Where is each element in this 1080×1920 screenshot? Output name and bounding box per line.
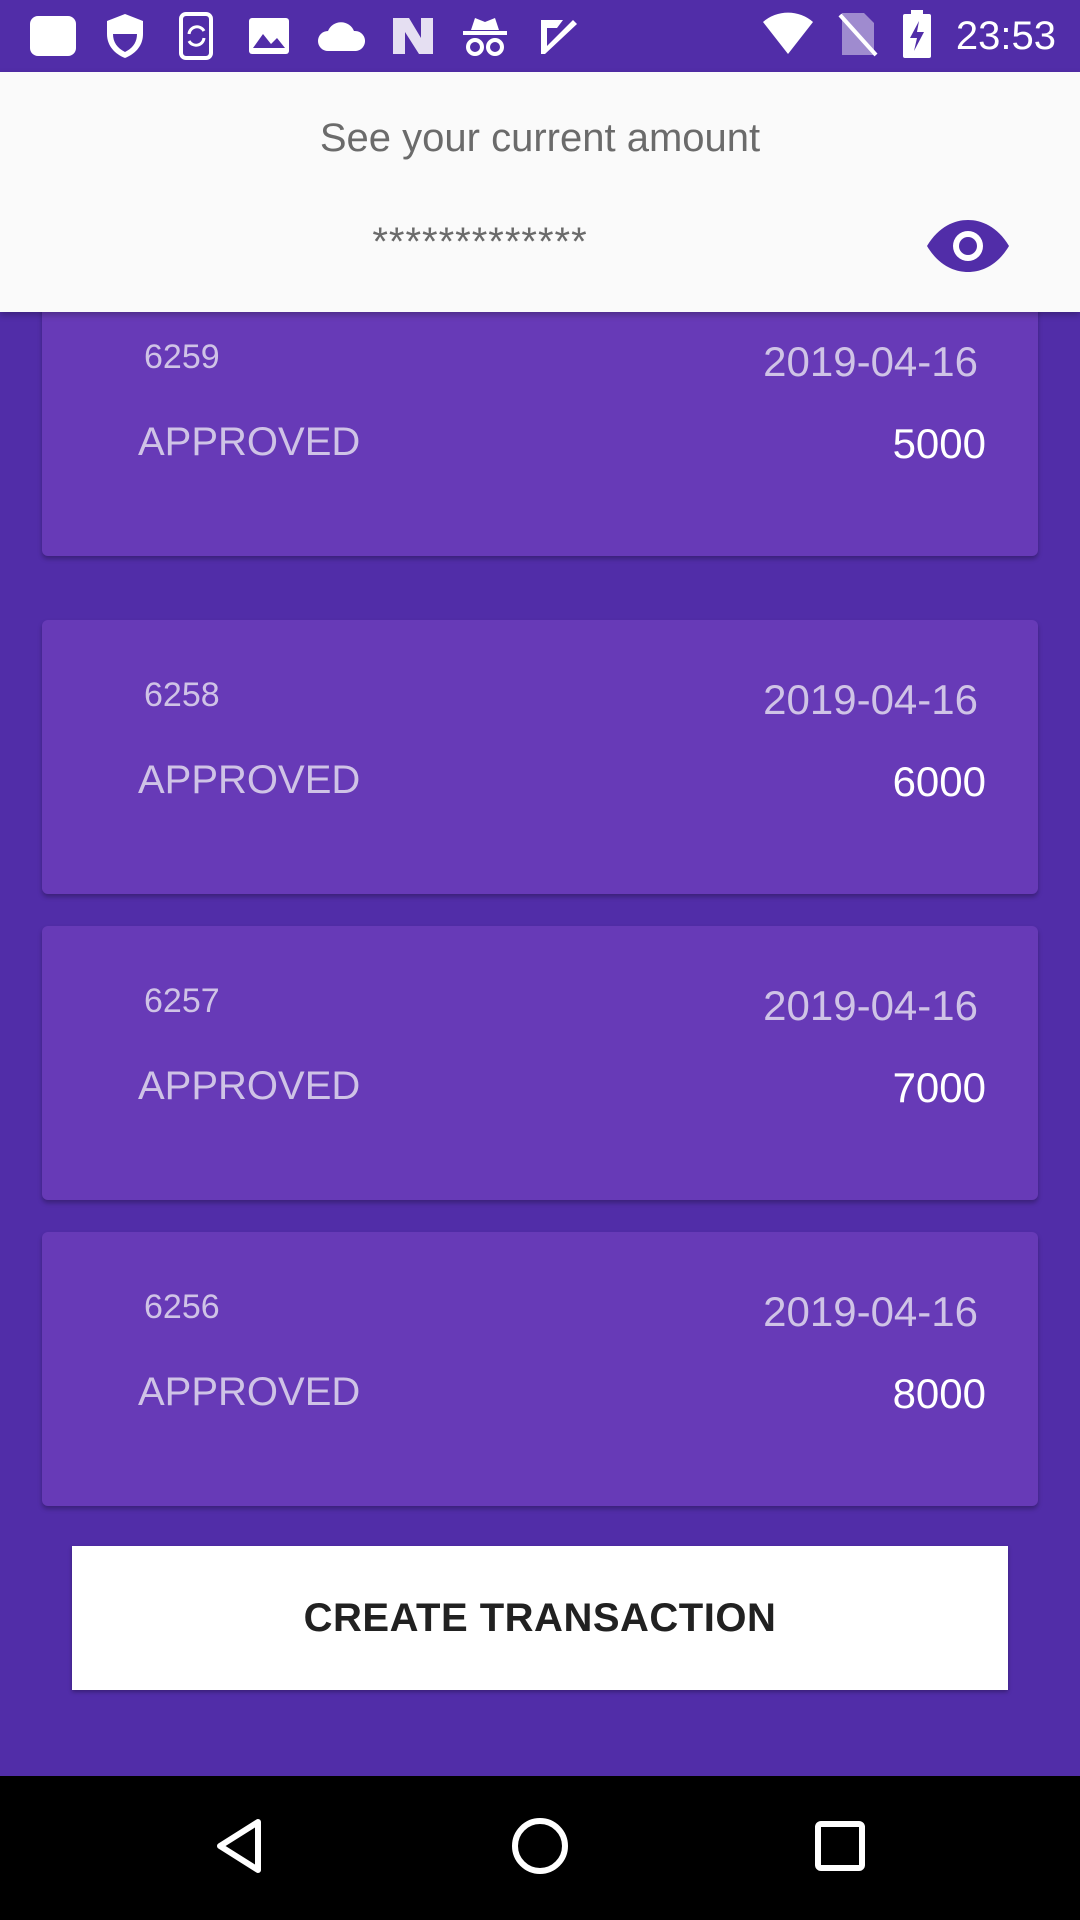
navigation-bar <box>0 1776 1080 1920</box>
transaction-list[interactable]: 6259 2019-04-16 APPROVED 5000 6258 2019-… <box>0 312 1080 1516</box>
eye-icon <box>925 218 1011 279</box>
transaction-card[interactable]: 6259 2019-04-16 APPROVED 5000 <box>42 312 1038 556</box>
transaction-id: 6256 <box>144 1288 220 1326</box>
notification-icon <box>28 12 78 60</box>
transaction-amount: 7000 <box>892 1064 986 1111</box>
battery-charging-icon <box>902 9 932 64</box>
transaction-amount: 6000 <box>892 758 986 805</box>
transaction-status: APPROVED <box>138 420 361 464</box>
transaction-card[interactable]: 6256 2019-04-16 APPROVED 8000 <box>42 1232 1038 1506</box>
transaction-card[interactable]: 6258 2019-04-16 APPROVED 6000 <box>42 620 1038 894</box>
transaction-status: APPROVED <box>138 1370 361 1414</box>
header-title: See your current amount <box>319 116 761 160</box>
masked-amount: ************* <box>372 220 588 264</box>
status-clock: 23:53 <box>955 13 1056 58</box>
transaction-date: 2019-04-16 <box>763 676 978 723</box>
transaction-card[interactable]: 6257 2019-04-16 APPROVED 7000 <box>42 926 1038 1200</box>
n-logo-icon <box>388 12 438 60</box>
transaction-id: 6257 <box>144 982 220 1020</box>
amount-header: See your current amount ************* <box>0 72 1080 312</box>
transaction-status: APPROVED <box>138 1064 361 1108</box>
home-button[interactable] <box>490 1798 590 1898</box>
recents-button[interactable] <box>790 1798 890 1898</box>
wifi-icon <box>762 12 814 61</box>
transaction-status: APPROVED <box>138 758 361 802</box>
status-bar: 23:53 <box>0 0 1080 72</box>
no-sim-icon <box>838 11 878 62</box>
checkmark-icon <box>532 12 582 60</box>
transaction-amount: 5000 <box>892 420 986 467</box>
status-icons-left <box>28 12 582 60</box>
recents-icon <box>810 1816 870 1881</box>
cloud-icon <box>316 12 366 60</box>
back-button[interactable] <box>190 1798 290 1898</box>
shield-icon <box>100 12 150 60</box>
transaction-date: 2019-04-16 <box>763 338 978 385</box>
incognito-icon <box>460 12 510 60</box>
create-transaction-button[interactable]: CREATE TRANSACTION <box>72 1546 1008 1690</box>
transaction-id: 6258 <box>144 676 220 714</box>
home-icon <box>510 1816 570 1881</box>
phone-sync-icon <box>172 12 222 60</box>
transaction-amount: 8000 <box>892 1370 986 1417</box>
toggle-visibility-button[interactable] <box>920 212 1016 284</box>
back-icon <box>210 1816 270 1881</box>
transaction-date: 2019-04-16 <box>763 982 978 1029</box>
status-icons-right: 23:53 <box>762 9 1056 64</box>
transaction-date: 2019-04-16 <box>763 1288 978 1335</box>
transaction-id: 6259 <box>144 338 220 376</box>
image-icon <box>244 12 294 60</box>
